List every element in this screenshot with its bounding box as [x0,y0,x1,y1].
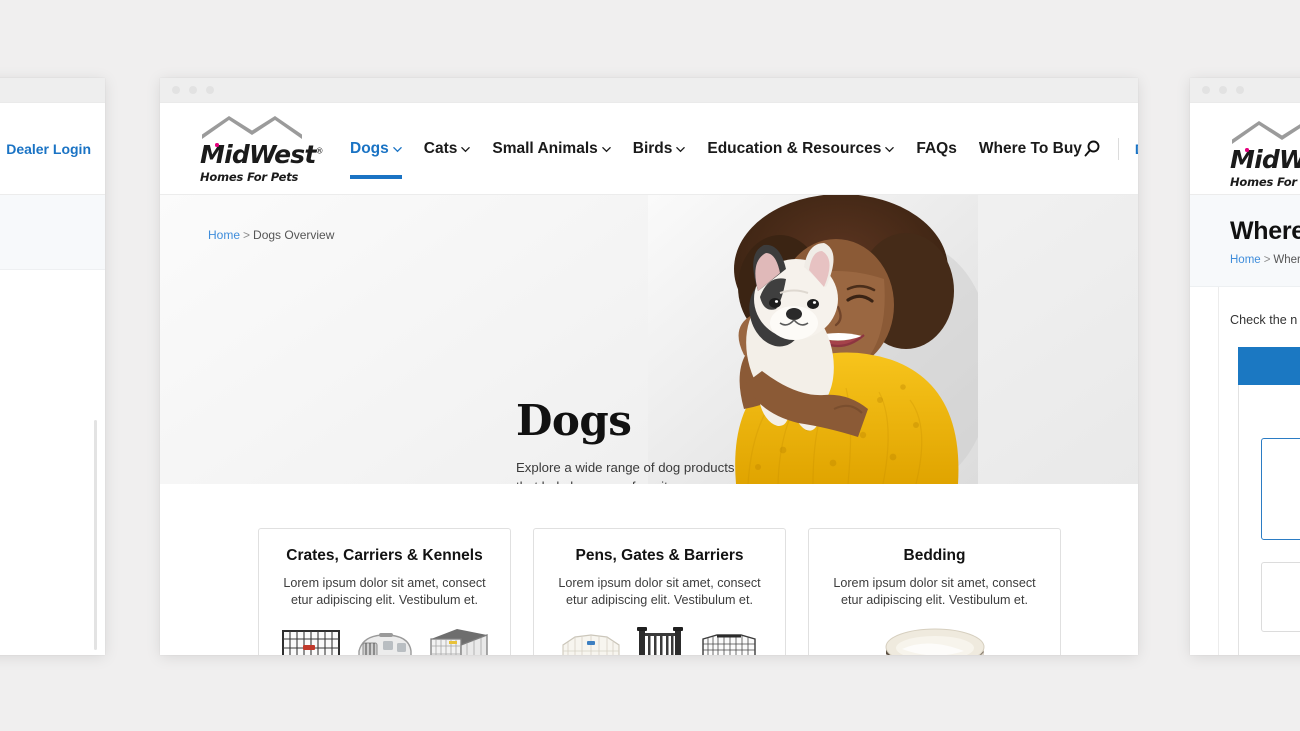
logo-tagline: Homes For Pets [200,170,299,184]
right-page-title: Where [1230,217,1300,245]
logo-tagline: Homes For Pets [1230,175,1300,189]
right-window-body: Check the n FIN FIND [1190,287,1300,655]
screenshot-stage: Dealer Login T MidWest® [0,0,1300,731]
chevron-down-icon [885,146,895,152]
logo-accent-dot-icon [215,143,219,147]
oval-pet-bed-icon [885,628,984,655]
left-browser-window: Dealer Login T [0,78,105,655]
right-breadcrumb: Home > Wher [1230,254,1300,266]
chevron-down-icon [392,146,402,152]
window-dot-maximize-icon[interactable] [206,86,214,94]
main-browser-window: MidWest® Homes For Pets Dogs Cats Small … [160,78,1138,655]
window-dot-maximize-icon[interactable] [1236,86,1244,94]
primary-nav: Dogs Cats Small Animals Birds Education … [350,103,1082,195]
right-content-divider [1218,287,1219,655]
nav-item-label: Dogs [350,140,389,157]
wire-barrier-icon [701,634,756,655]
right-browser-window: MidWest Homes For Pets Where Home>Wher C… [1190,78,1300,655]
navbar-utilities: Dealer Login [1082,138,1138,160]
breadcrumb-current: Dogs Overview [253,228,335,242]
hero-subtitle: Explore a wide range of dog products tha… [516,460,735,484]
hero-copy: Dogs Explore a wide range of dog product… [516,396,756,485]
nav-item-dogs[interactable]: Dogs [350,103,402,195]
left-window-hero [0,195,105,270]
left-window-navbar: Dealer Login [0,103,105,195]
card-product-images [880,625,990,655]
location-input-field[interactable] [1261,438,1300,540]
search-icon[interactable] [1082,139,1102,159]
nav-item-faqs[interactable]: FAQs [916,103,956,195]
breadcrumb-separator: > [243,228,251,242]
card-description: Lorem ipsum dolor sit amet, consect etur… [833,576,1036,607]
nav-item-label: Where To Buy [978,140,1082,157]
breadcrumb: Home > Dogs Overview [208,228,334,242]
card-product-images [559,625,761,655]
right-window-titlebar [1190,78,1300,103]
breadcrumb-separator: > [1263,254,1271,266]
nav-item-label: FAQs [916,140,957,157]
category-card-bedding[interactable]: Bedding Lorem ipsum dolor sit amet, cons… [808,528,1061,655]
outdoor-kennel-icon [429,629,488,655]
right-site-logo[interactable]: MidWest Homes For Pets [1230,121,1300,189]
right-check-text: Check the n [1230,313,1298,327]
breadcrumb-current: Wher [1273,254,1300,266]
window-dot-minimize-icon[interactable] [1219,86,1227,94]
nav-active-underline [350,175,402,179]
nav-item-label: Education & Resources [707,140,882,157]
nav-item-label: Small Animals [492,140,598,157]
chevron-down-icon [601,146,611,152]
page-title: Dogs [516,396,632,445]
navbar-separator [1117,138,1119,160]
window-dot-minimize-icon[interactable] [189,86,197,94]
card-title: Crates, Carriers & Kennels [286,547,483,564]
find-label: FIND [1239,407,1300,422]
wire-crate-icon [281,630,340,655]
find-dealer-tab[interactable]: FIN [1238,347,1300,385]
card-description: Lorem ipsum dolor sit amet, consect etur… [558,576,761,607]
breadcrumb-home-link[interactable]: Home [1230,254,1261,266]
window-dot-close-icon[interactable] [172,86,180,94]
dealer-login-link[interactable]: Dealer Login [1135,141,1138,157]
right-window-hero: Where Home > Wher [1190,195,1300,287]
nav-item-where-to-buy[interactable]: Where To Buy [979,103,1082,195]
site-logo[interactable]: MidWest® Homes For Pets [200,116,324,184]
nav-item-label: Birds [632,140,673,157]
left-window-body: T [0,270,105,655]
nav-item-small-animals[interactable]: Small Animals [492,103,611,195]
breadcrumb-home-link[interactable]: Home [208,228,240,242]
exercise-pen-icon [561,634,620,655]
logo-wordmark: MidWest® [200,140,324,169]
left-window-titlebar [0,78,105,103]
logo-accent-dot-icon [1245,148,1249,152]
card-title: Pens, Gates & Barriers [575,547,744,564]
main-window-titlebar [160,78,1138,103]
card-description: Lorem ipsum dolor sit amet, consect etur… [283,576,486,607]
mountain-roof-logo-icon [202,116,302,139]
left-scrollbar[interactable] [94,420,97,650]
card-title: Bedding [903,547,966,564]
nav-item-label: Cats [423,140,458,157]
nav-item-education-resources[interactable]: Education & Resources [707,103,895,195]
mountain-roof-logo-icon [1232,121,1300,144]
window-dot-close-icon[interactable] [1202,86,1210,94]
card-product-images [279,625,491,655]
category-card-crates[interactable]: Crates, Carriers & Kennels Lorem ipsum d… [258,528,511,655]
right-window-navbar: MidWest Homes For Pets [1190,103,1300,195]
nav-item-cats[interactable]: Cats [424,103,471,195]
plastic-pet-carrier-icon [357,633,412,655]
chevron-down-icon [676,146,686,152]
hero-section: Home > Dogs Overview Dogs Explore a wide… [160,195,1138,484]
category-card-pens[interactable]: Pens, Gates & Barriers Lorem ipsum dolor… [533,528,786,655]
pet-gate-icon [636,627,683,655]
secondary-input-field[interactable] [1261,562,1300,632]
chevron-down-icon [461,146,471,152]
left-dealer-login-link[interactable]: Dealer Login [6,141,91,157]
find-dealer-card: FIND [1238,385,1300,655]
nav-item-birds[interactable]: Birds [633,103,686,195]
category-cards-section: Crates, Carriers & Kennels Lorem ipsum d… [160,484,1138,655]
logo-wordmark: MidWest [1230,145,1300,174]
site-navbar: MidWest® Homes For Pets Dogs Cats Small … [160,103,1138,195]
category-cards-row: Crates, Carriers & Kennels Lorem ipsum d… [160,484,1138,655]
